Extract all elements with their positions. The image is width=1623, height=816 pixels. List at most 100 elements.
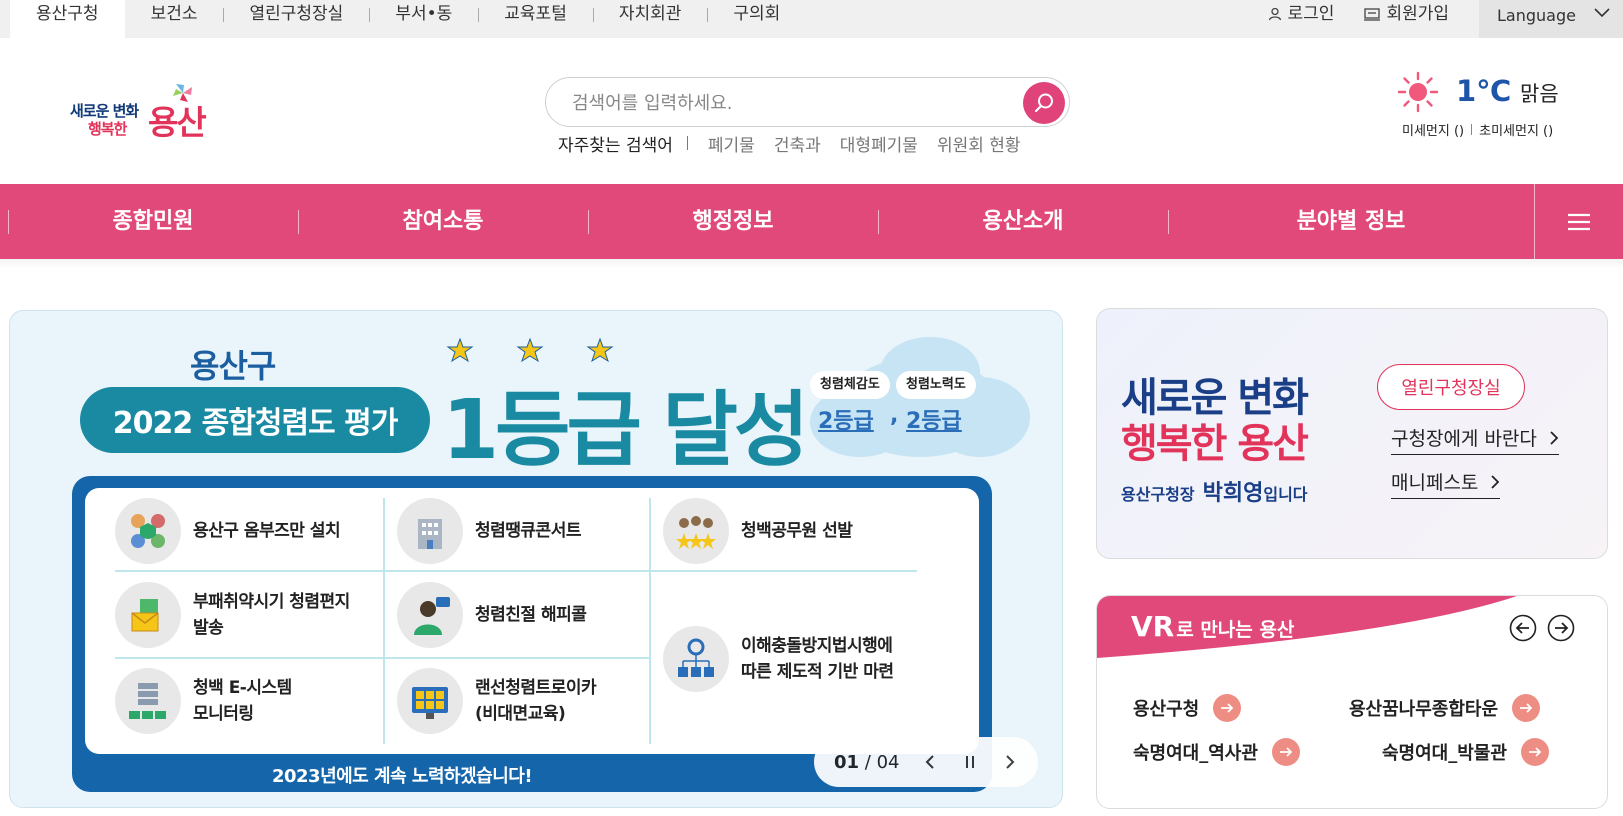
search-input[interactable] xyxy=(572,88,992,118)
banner-pause-button[interactable] xyxy=(950,742,990,782)
slogan-line2: 행복한 용산 xyxy=(1121,421,1309,467)
ombudsman-icon xyxy=(115,498,181,564)
banner-page-indicator: 01 / 04 xyxy=(834,751,900,773)
keyword-link[interactable]: 건축과 xyxy=(774,131,821,156)
mayor-name: 박희영 xyxy=(1202,481,1264,506)
banner-controls: 01 / 04 xyxy=(814,737,1038,787)
dust-info: 미세먼지 () 초미세먼지 () xyxy=(1402,120,1553,139)
chevron-right-icon xyxy=(1550,430,1559,445)
grade-value: 2등급 xyxy=(906,409,962,434)
arrow-right-icon xyxy=(1512,694,1541,722)
vr-card-title: VR 로 만나는 용산 xyxy=(1131,610,1295,643)
banner-headline: 1등급 달성 xyxy=(442,383,809,478)
divider xyxy=(649,498,651,744)
top-nav-open-mayor-office[interactable]: 열린구청장실 xyxy=(223,0,371,38)
top-nav-yongsan-office[interactable]: 용산구청 xyxy=(10,0,125,38)
vr-link-sookmyung-museum[interactable]: 숙명여대_박물관 xyxy=(1382,737,1549,767)
wish-to-mayor-link[interactable]: 구청장에게 바란다 xyxy=(1391,421,1559,455)
banner-org: 용산구 xyxy=(190,347,276,385)
banner-next-button[interactable] xyxy=(990,742,1030,782)
grade-value: 2등급 xyxy=(818,409,874,434)
top-nav-health-center[interactable]: 보건소 xyxy=(125,0,225,38)
search-box xyxy=(545,77,1070,127)
vr-link-kids-town[interactable]: 용산꿈나무종합타운 xyxy=(1349,693,1541,723)
network-gear-icon xyxy=(663,626,729,692)
mayor-intro: 용산구청장 박희영 입니다 xyxy=(1121,475,1308,507)
main-banner-slide[interactable]: 용산구 2022 종합청렴도 평가 1등급 달성 청렴체감도 청렴노력도 2등급… xyxy=(9,310,1063,808)
nav-participation[interactable]: 참여소통 xyxy=(298,184,588,259)
search-button[interactable] xyxy=(1023,82,1065,124)
keyword-link[interactable]: 대형폐기물 xyxy=(840,131,918,156)
grade-tag: 청렴노력도 xyxy=(896,371,976,399)
nav-about-yongsan[interactable]: 용산소개 xyxy=(878,184,1168,259)
login-link[interactable]: 로그인 xyxy=(1268,0,1334,28)
top-site-nav: 용산구청 보건소 열린구청장실 부서•동 교육포털 자치회관 구의회 xyxy=(10,0,806,38)
achievement-panel: 용산구 옴부즈만 설치 청렴땡큐콘서트 청백공무원 선발 부패취약시기 청렴편지… xyxy=(85,488,979,754)
vr-link-yongsan-office[interactable]: 용산구청 xyxy=(1133,693,1242,723)
arrow-right-icon xyxy=(1213,694,1242,722)
divider xyxy=(686,136,688,150)
keyword-link[interactable]: 폐기물 xyxy=(708,131,755,156)
logo-text-line3: 용산 xyxy=(148,103,207,142)
vr-next-button[interactable] xyxy=(1547,614,1575,642)
server-monitor-icon xyxy=(115,668,181,734)
grade-separator: , xyxy=(890,403,899,428)
banner-prev-button[interactable] xyxy=(910,742,950,782)
site-logo[interactable]: 새로운 변화 행복한 용산 xyxy=(70,82,220,142)
popular-keywords: 자주찾는 검색어 폐기물 건축과 대형폐기물 위원회 현황 xyxy=(558,131,1040,156)
stars-people-icon xyxy=(663,498,729,564)
arrow-right-icon xyxy=(1271,738,1300,766)
mayor-card: 새로운 변화 행복한 용산 용산구청장 박희영 입니다 열린구청장실 구청장에게… xyxy=(1096,308,1608,559)
manifesto-link[interactable]: 매니페스토 xyxy=(1391,465,1501,499)
popular-keywords-label: 자주찾는 검색어 xyxy=(558,135,673,156)
main-navigation: 종합민원 참여소통 행정정보 용산소개 분야별 정보 xyxy=(0,184,1623,259)
achievement-item: 부패취약시기 청렴편지 발송 xyxy=(115,582,350,648)
pause-icon xyxy=(966,756,974,768)
weather-condition: 맑음 xyxy=(1520,82,1559,106)
hamburger-icon xyxy=(1568,213,1590,230)
achievement-item: 청렴땡큐콘서트 xyxy=(397,498,581,564)
sun-icon xyxy=(1397,71,1439,113)
banner-footer-text: 2023년에도 계속 노력하겠습니다! xyxy=(271,766,533,787)
nav-administration[interactable]: 행정정보 xyxy=(588,184,878,259)
top-nav-district-council[interactable]: 구의회 xyxy=(707,0,806,38)
divider xyxy=(383,498,385,744)
divider xyxy=(1471,124,1473,135)
vr-tour-card: VR 로 만나는 용산 용산구청 용산꿈나무종합타운 숙명여대_역사관 숙명여대… xyxy=(1096,595,1608,809)
signup-link[interactable]: 회원가입 xyxy=(1364,0,1449,28)
vr-prev-button[interactable] xyxy=(1509,614,1537,642)
chevron-right-icon xyxy=(1006,755,1015,769)
top-utility-bar: 용산구청 보건소 열린구청장실 부서•동 교육포털 자치회관 구의회 로그인 회… xyxy=(0,0,1623,38)
top-account-links: 로그인 회원가입 Language xyxy=(1268,0,1623,38)
nav-civil-service[interactable]: 종합민원 xyxy=(8,184,298,259)
chevron-right-icon xyxy=(1491,474,1500,489)
language-select[interactable]: Language xyxy=(1479,0,1623,38)
online-class-icon xyxy=(397,668,463,734)
divider xyxy=(115,657,649,659)
vr-link-sookmyung-history[interactable]: 숙명여대_역사관 xyxy=(1133,737,1300,767)
top-nav-education-portal[interactable]: 교육포털 xyxy=(478,0,594,38)
arrow-right-icon xyxy=(1520,738,1549,766)
achievement-item: 용산구 옴부즈만 설치 xyxy=(115,498,341,564)
achievement-item: 청백 E-시스템 모니터링 xyxy=(115,668,292,734)
letter-icon xyxy=(115,582,181,648)
achievement-item: 랜선청렴트로이카 (비대면교육) xyxy=(397,668,597,734)
top-nav-department[interactable]: 부서•동 xyxy=(369,0,480,38)
all-menu-button[interactable] xyxy=(1534,184,1623,259)
nav-field-info[interactable]: 분야별 정보 xyxy=(1168,184,1534,259)
grade-tag: 청렴체감도 xyxy=(810,371,890,399)
call-agent-icon xyxy=(397,582,463,648)
user-icon xyxy=(1268,7,1281,21)
top-nav-community-center[interactable]: 자치회관 xyxy=(593,0,709,38)
achievement-item: 이해충돌방지법시행에 따른 제도적 기반 마련 xyxy=(663,626,894,692)
keyword-link[interactable]: 위원회 현황 xyxy=(937,131,1021,156)
logo-text-line2: 행복한 xyxy=(88,120,127,138)
chevron-left-icon xyxy=(925,755,934,769)
open-mayor-office-button[interactable]: 열린구청장실 xyxy=(1377,364,1525,410)
search-icon xyxy=(1034,93,1053,113)
achievement-item: 청렴친절 해피콜 xyxy=(397,582,587,648)
nav-shadow xyxy=(0,259,1623,269)
divider xyxy=(115,570,917,572)
chevron-down-icon xyxy=(1594,8,1610,18)
banner-subtitle: 2022 종합청렴도 평가 xyxy=(80,387,430,453)
